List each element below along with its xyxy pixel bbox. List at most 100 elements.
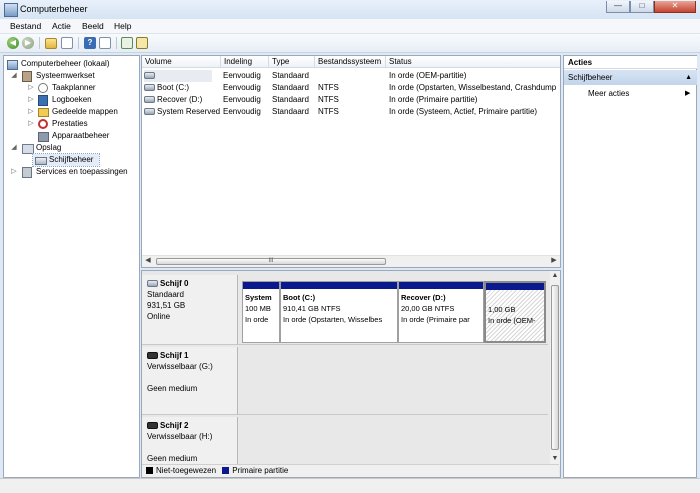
storage-icon xyxy=(22,144,34,154)
partition-size: 100 MB xyxy=(245,304,271,313)
legend-swatch-unallocated xyxy=(146,467,153,475)
disk-2-area xyxy=(238,417,548,467)
volume-icon xyxy=(144,72,155,80)
column-type[interactable]: Type xyxy=(269,56,315,68)
table-row[interactable]: Recover (D:) Eenvoudig Standaard NTFS In… xyxy=(142,94,560,106)
disk-name: Schijf 1 xyxy=(160,351,189,360)
tree-label: Logboeken xyxy=(52,95,92,104)
more-actions-item[interactable]: Meer acties xyxy=(588,89,629,98)
expand-triangle-icon[interactable]: ▷ xyxy=(27,82,35,94)
menu-help[interactable]: Help xyxy=(114,21,131,31)
disk-1-label[interactable]: Schijf 1 Verwisselbaar (G:) Geen medium xyxy=(142,347,238,415)
scroll-up-icon[interactable]: ▲ xyxy=(550,271,560,281)
partition-size: 1,00 GB xyxy=(488,305,516,314)
window-title: Computerbeheer xyxy=(20,4,88,14)
table-cell: In orde (Opstarten, Wisselbestand, Crash… xyxy=(389,83,557,92)
partition-recover[interactable]: Recover (D:) 20,00 GB NTFS In orde (Primai… xyxy=(398,281,484,343)
disk-icon xyxy=(147,280,158,288)
horizontal-scroll-thumb[interactable]: III xyxy=(156,258,386,265)
volume-icon xyxy=(144,96,155,104)
vertical-scroll-thumb[interactable] xyxy=(551,285,559,450)
tree-root-label: Computerbeheer (lokaal) xyxy=(21,59,110,68)
more-actions-label: Meer acties xyxy=(588,89,630,98)
table-cell: Standaard xyxy=(272,83,309,92)
disk-0-label[interactable]: Schijf 0 Standaard 931,51 GB Online xyxy=(142,275,238,345)
horizontal-scrollbar[interactable]: ◀ III ▶ xyxy=(142,255,560,267)
vertical-scrollbar[interactable]: ▲ ▼ xyxy=(550,271,560,466)
partition-status: In orde (Opstarten, Wisselbes xyxy=(283,315,383,324)
forward-arrow-icon[interactable]: ▶ xyxy=(22,37,34,49)
show-hide-console-tree-icon[interactable] xyxy=(61,37,73,49)
submenu-arrow-icon[interactable]: ▶ xyxy=(685,89,690,97)
column-volume[interactable]: Volume xyxy=(142,56,221,68)
disk-layout-pane: Schijf 0 Standaard 931,51 GB Online Syst… xyxy=(141,270,561,478)
table-row[interactable]: Boot (C:) Eenvoudig Standaard NTFS In or… xyxy=(142,82,560,94)
performance-icon xyxy=(38,119,48,129)
partition-system[interactable]: System 100 MB In orde xyxy=(242,281,280,343)
tree-label: Services en toepassingen xyxy=(36,167,128,176)
scroll-left-icon[interactable]: ◀ xyxy=(143,256,153,266)
partition-oem[interactable]: 1,00 GB In orde (OEM- xyxy=(484,281,546,343)
scroll-right-icon[interactable]: ▶ xyxy=(549,256,559,266)
tree-item-schijfbeheer[interactable]: Schijfbeheer xyxy=(32,153,100,167)
menu-bar: Bestand Actie Beeld Help xyxy=(0,19,700,34)
table-cell: Standaard xyxy=(272,107,309,116)
table-cell: Recover (D:) xyxy=(157,95,203,104)
disk-type: Verwisselbaar (H:) xyxy=(147,432,213,441)
expand-triangle-icon[interactable]: ▷ xyxy=(27,118,35,130)
table-cell: Boot (C:) xyxy=(157,83,190,92)
expand-triangle-icon[interactable]: ▷ xyxy=(10,166,18,178)
menu-actie[interactable]: Actie xyxy=(52,21,71,31)
table-row[interactable]: Eenvoudig Standaard In orde (OEM-partiti… xyxy=(142,70,560,82)
legend-swatch-primary xyxy=(222,467,230,475)
close-button[interactable]: ✕ xyxy=(654,1,696,13)
clock-icon xyxy=(38,83,48,93)
help-icon[interactable]: ? xyxy=(84,37,96,49)
properties-icon[interactable] xyxy=(136,37,148,49)
partition-name: Boot (C:) xyxy=(283,293,316,302)
refresh-icon[interactable] xyxy=(121,37,133,49)
toolbar-separator xyxy=(116,37,117,49)
partition-color-bar xyxy=(486,283,544,290)
actions-section-label: Schijfbeheer xyxy=(568,73,613,82)
partition-color-bar xyxy=(243,282,279,289)
collapse-arrow-icon[interactable]: ▲ xyxy=(685,70,692,85)
partition-size: 20,00 GB NTFS xyxy=(401,304,455,313)
collapse-triangle-icon[interactable]: ◢ xyxy=(10,70,18,82)
expand-triangle-icon[interactable]: ▷ xyxy=(27,94,35,106)
disk-management-icon xyxy=(35,157,47,165)
minimize-button[interactable]: — xyxy=(606,1,630,13)
tree-label: Taakplanner xyxy=(52,83,96,92)
disk-type: Verwisselbaar (G:) xyxy=(147,362,213,371)
tree-label: Schijfbeheer xyxy=(49,155,94,164)
collapse-triangle-icon[interactable]: ◢ xyxy=(10,142,18,154)
disk-2-label[interactable]: Schijf 2 Verwisselbaar (H:) Geen medium xyxy=(142,417,238,467)
partition-status: In orde xyxy=(245,315,269,324)
toolbar-separator xyxy=(39,37,40,49)
table-cell: In orde (Primaire partitie) xyxy=(389,95,478,104)
up-folder-icon[interactable] xyxy=(45,38,57,49)
toolbar-separator xyxy=(78,37,79,49)
column-status[interactable]: Status xyxy=(386,56,560,68)
disk-0-partitions: System 100 MB In orde Boot (C:) 910,41 GB N… xyxy=(238,275,548,345)
partition-color-bar xyxy=(399,282,483,289)
tree-label: Gedeelde mappen xyxy=(52,107,118,116)
menu-beeld[interactable]: Beeld xyxy=(82,21,104,31)
menu-bestand[interactable]: Bestand xyxy=(10,21,41,31)
tree-label: Prestaties xyxy=(52,119,88,128)
column-bestandssysteem[interactable]: Bestandssysteem xyxy=(315,56,386,68)
actions-section-schijfbeheer[interactable]: Schijfbeheer ▲ xyxy=(564,70,697,85)
volume-list-pane: Volume Indeling Type Bestandssysteem Sta… xyxy=(141,55,561,268)
maximize-button[interactable]: □ xyxy=(630,1,654,13)
expand-triangle-icon[interactable]: ▷ xyxy=(27,106,35,118)
table-row[interactable]: System Reserved Eenvoudig Standaard NTFS… xyxy=(142,106,560,118)
window-controls: — □ ✕ xyxy=(606,1,696,13)
toolbar: ◀ ▶ ? xyxy=(0,34,700,53)
removable-disk-icon xyxy=(147,352,158,360)
scroll-down-icon[interactable]: ▼ xyxy=(550,454,560,464)
show-hide-action-pane-icon[interactable] xyxy=(99,37,111,49)
column-indeling[interactable]: Indeling xyxy=(221,56,269,68)
back-arrow-icon[interactable]: ◀ xyxy=(7,37,19,49)
volume-icon xyxy=(144,84,155,92)
partition-boot[interactable]: Boot (C:) 910,41 GB NTFS In orde (Opstarte… xyxy=(280,281,398,343)
